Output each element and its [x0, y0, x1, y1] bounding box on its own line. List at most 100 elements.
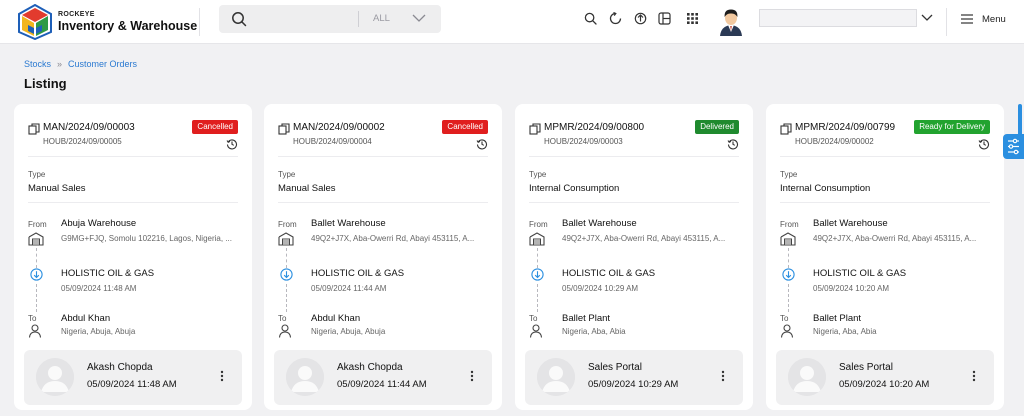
search-icon[interactable] — [231, 11, 247, 27]
order-reference: HOUB/2024/09/00004 — [293, 137, 372, 146]
to-address: Nigeria, Aba, Abia — [813, 327, 877, 336]
order-number[interactable]: MPMR/2024/09/00800 — [544, 122, 644, 133]
from-location-address: G9MG+FJQ, Somolu 102216, Lagos, Nigeria,… — [61, 234, 232, 243]
from-location-name: Ballet Warehouse — [813, 218, 888, 229]
type-label: Type — [529, 170, 547, 179]
to-name: Ballet Plant — [813, 313, 862, 324]
more-options-icon[interactable] — [470, 370, 474, 382]
divider — [28, 156, 238, 157]
apps-grid-icon[interactable] — [686, 12, 699, 25]
created-datetime: 05/09/2024 10:29 AM — [588, 379, 679, 390]
order-reference: HOUB/2024/09/00005 — [43, 137, 122, 146]
card-footer: Sales Portal 05/09/2024 10:20 AM — [776, 350, 994, 405]
user-avatar[interactable] — [717, 6, 745, 36]
order-type: Manual Sales — [278, 183, 336, 194]
history-icon[interactable] — [476, 138, 488, 150]
to-name: Abdul Khan — [311, 313, 361, 324]
copy-icon[interactable] — [529, 123, 541, 135]
created-by-name: Akash Chopda — [337, 362, 403, 373]
user-selector[interactable] — [759, 9, 917, 27]
from-label: From — [28, 220, 47, 229]
divider — [278, 202, 488, 203]
filter-sliders-icon[interactable] — [1003, 134, 1024, 159]
card-footer: Akash Chopda 05/09/2024 11:48 AM — [24, 350, 242, 405]
warehouse-icon — [780, 232, 796, 246]
breadcrumb: Stocks » Customer Orders — [24, 59, 137, 69]
arrow-down-circle-icon — [782, 268, 795, 281]
order-number[interactable]: MAN/2024/09/00002 — [293, 122, 385, 133]
to-name: Abdul Khan — [61, 313, 111, 324]
order-reference: HOUB/2024/09/00002 — [795, 137, 874, 146]
more-options-icon[interactable] — [220, 370, 224, 382]
search-icon[interactable] — [584, 12, 597, 25]
breadcrumb-stocks[interactable]: Stocks — [24, 59, 51, 69]
carrier-name: HOLISTIC OIL & GAS — [562, 268, 656, 279]
route-line — [788, 248, 789, 268]
created-datetime: 05/09/2024 10:20 AM — [839, 379, 930, 390]
route-line — [36, 284, 37, 312]
header-divider — [946, 8, 947, 36]
to-name: Ballet Plant — [562, 313, 611, 324]
from-label: From — [780, 220, 799, 229]
copy-icon[interactable] — [278, 123, 290, 135]
card-footer: Sales Portal 05/09/2024 10:29 AM — [525, 350, 743, 405]
history-icon[interactable] — [727, 138, 739, 150]
breadcrumb-customer-orders[interactable]: Customer Orders — [68, 59, 137, 69]
route-line — [537, 284, 538, 312]
from-label: From — [529, 220, 548, 229]
copy-icon[interactable] — [28, 123, 40, 135]
type-label: Type — [780, 170, 798, 179]
order-number[interactable]: MPMR/2024/09/00799 — [795, 122, 895, 133]
from-location-address: 49Q2+J7X, Aba-Owerri Rd, Abayi 453115, A… — [813, 234, 977, 243]
order-card[interactable]: MAN/2024/09/00003 HOUB/2024/09/00005 Can… — [14, 104, 252, 410]
upload-icon[interactable] — [634, 12, 647, 25]
global-search[interactable]: ALL — [219, 5, 441, 33]
from-label: From — [278, 220, 297, 229]
chevron-down-icon[interactable] — [412, 13, 426, 23]
created-datetime: 05/09/2024 11:48 AM — [87, 379, 177, 390]
rockeye-logo-icon[interactable] — [18, 4, 52, 40]
from-location-address: 49Q2+J7X, Aba-Owerri Rd, Abayi 453115, A… — [562, 234, 726, 243]
history-icon[interactable] — [978, 138, 990, 150]
order-card[interactable]: MAN/2024/09/00002 HOUB/2024/09/00004 Can… — [264, 104, 502, 410]
person-icon — [780, 324, 794, 338]
search-category-select[interactable]: ALL — [373, 13, 390, 24]
layout-icon[interactable] — [658, 12, 671, 25]
carrier-datetime: 05/09/2024 11:44 AM — [311, 284, 387, 293]
more-options-icon[interactable] — [721, 370, 725, 382]
status-badge: Cancelled — [442, 120, 488, 134]
to-label: To — [529, 314, 538, 323]
avatar — [286, 358, 324, 396]
history-icon[interactable] — [226, 138, 238, 150]
more-options-icon[interactable] — [972, 370, 976, 382]
filter-panel-toggle[interactable] — [1003, 134, 1024, 159]
divider — [28, 202, 238, 203]
to-address: Nigeria, Abuja, Abuja — [311, 327, 386, 336]
warehouse-icon — [278, 232, 294, 246]
created-by-name: Sales Portal — [839, 362, 893, 373]
type-label: Type — [278, 170, 296, 179]
order-type: Internal Consumption — [529, 183, 620, 194]
from-location-name: Ballet Warehouse — [562, 218, 637, 229]
header-divider — [199, 8, 200, 36]
chevron-down-icon[interactable] — [921, 13, 933, 22]
refresh-icon[interactable] — [609, 12, 622, 25]
menu-button[interactable]: Menu — [982, 14, 1006, 25]
scrollbar-thumb[interactable] — [1018, 104, 1022, 136]
copy-icon[interactable] — [780, 123, 792, 135]
hamburger-menu-icon[interactable] — [960, 13, 974, 25]
order-card[interactable]: MPMR/2024/09/00800 HOUB/2024/09/00003 De… — [515, 104, 753, 410]
carrier-name: HOLISTIC OIL & GAS — [311, 268, 405, 279]
order-card[interactable]: MPMR/2024/09/00799 HOUB/2024/09/00002 Re… — [766, 104, 1004, 410]
from-location-name: Abuja Warehouse — [61, 218, 137, 229]
carrier-name: HOLISTIC OIL & GAS — [813, 268, 907, 279]
order-reference: HOUB/2024/09/00003 — [544, 137, 623, 146]
page-title: Listing — [24, 76, 67, 91]
to-label: To — [780, 314, 789, 323]
created-by-name: Akash Chopda — [87, 362, 153, 373]
route-line — [788, 284, 789, 312]
to-address: Nigeria, Abuja, Abuja — [61, 327, 136, 336]
avatar — [36, 358, 74, 396]
top-header: ROCKEYE Inventory & Warehouse ALL Menu — [0, 0, 1024, 44]
order-number[interactable]: MAN/2024/09/00003 — [43, 122, 135, 133]
